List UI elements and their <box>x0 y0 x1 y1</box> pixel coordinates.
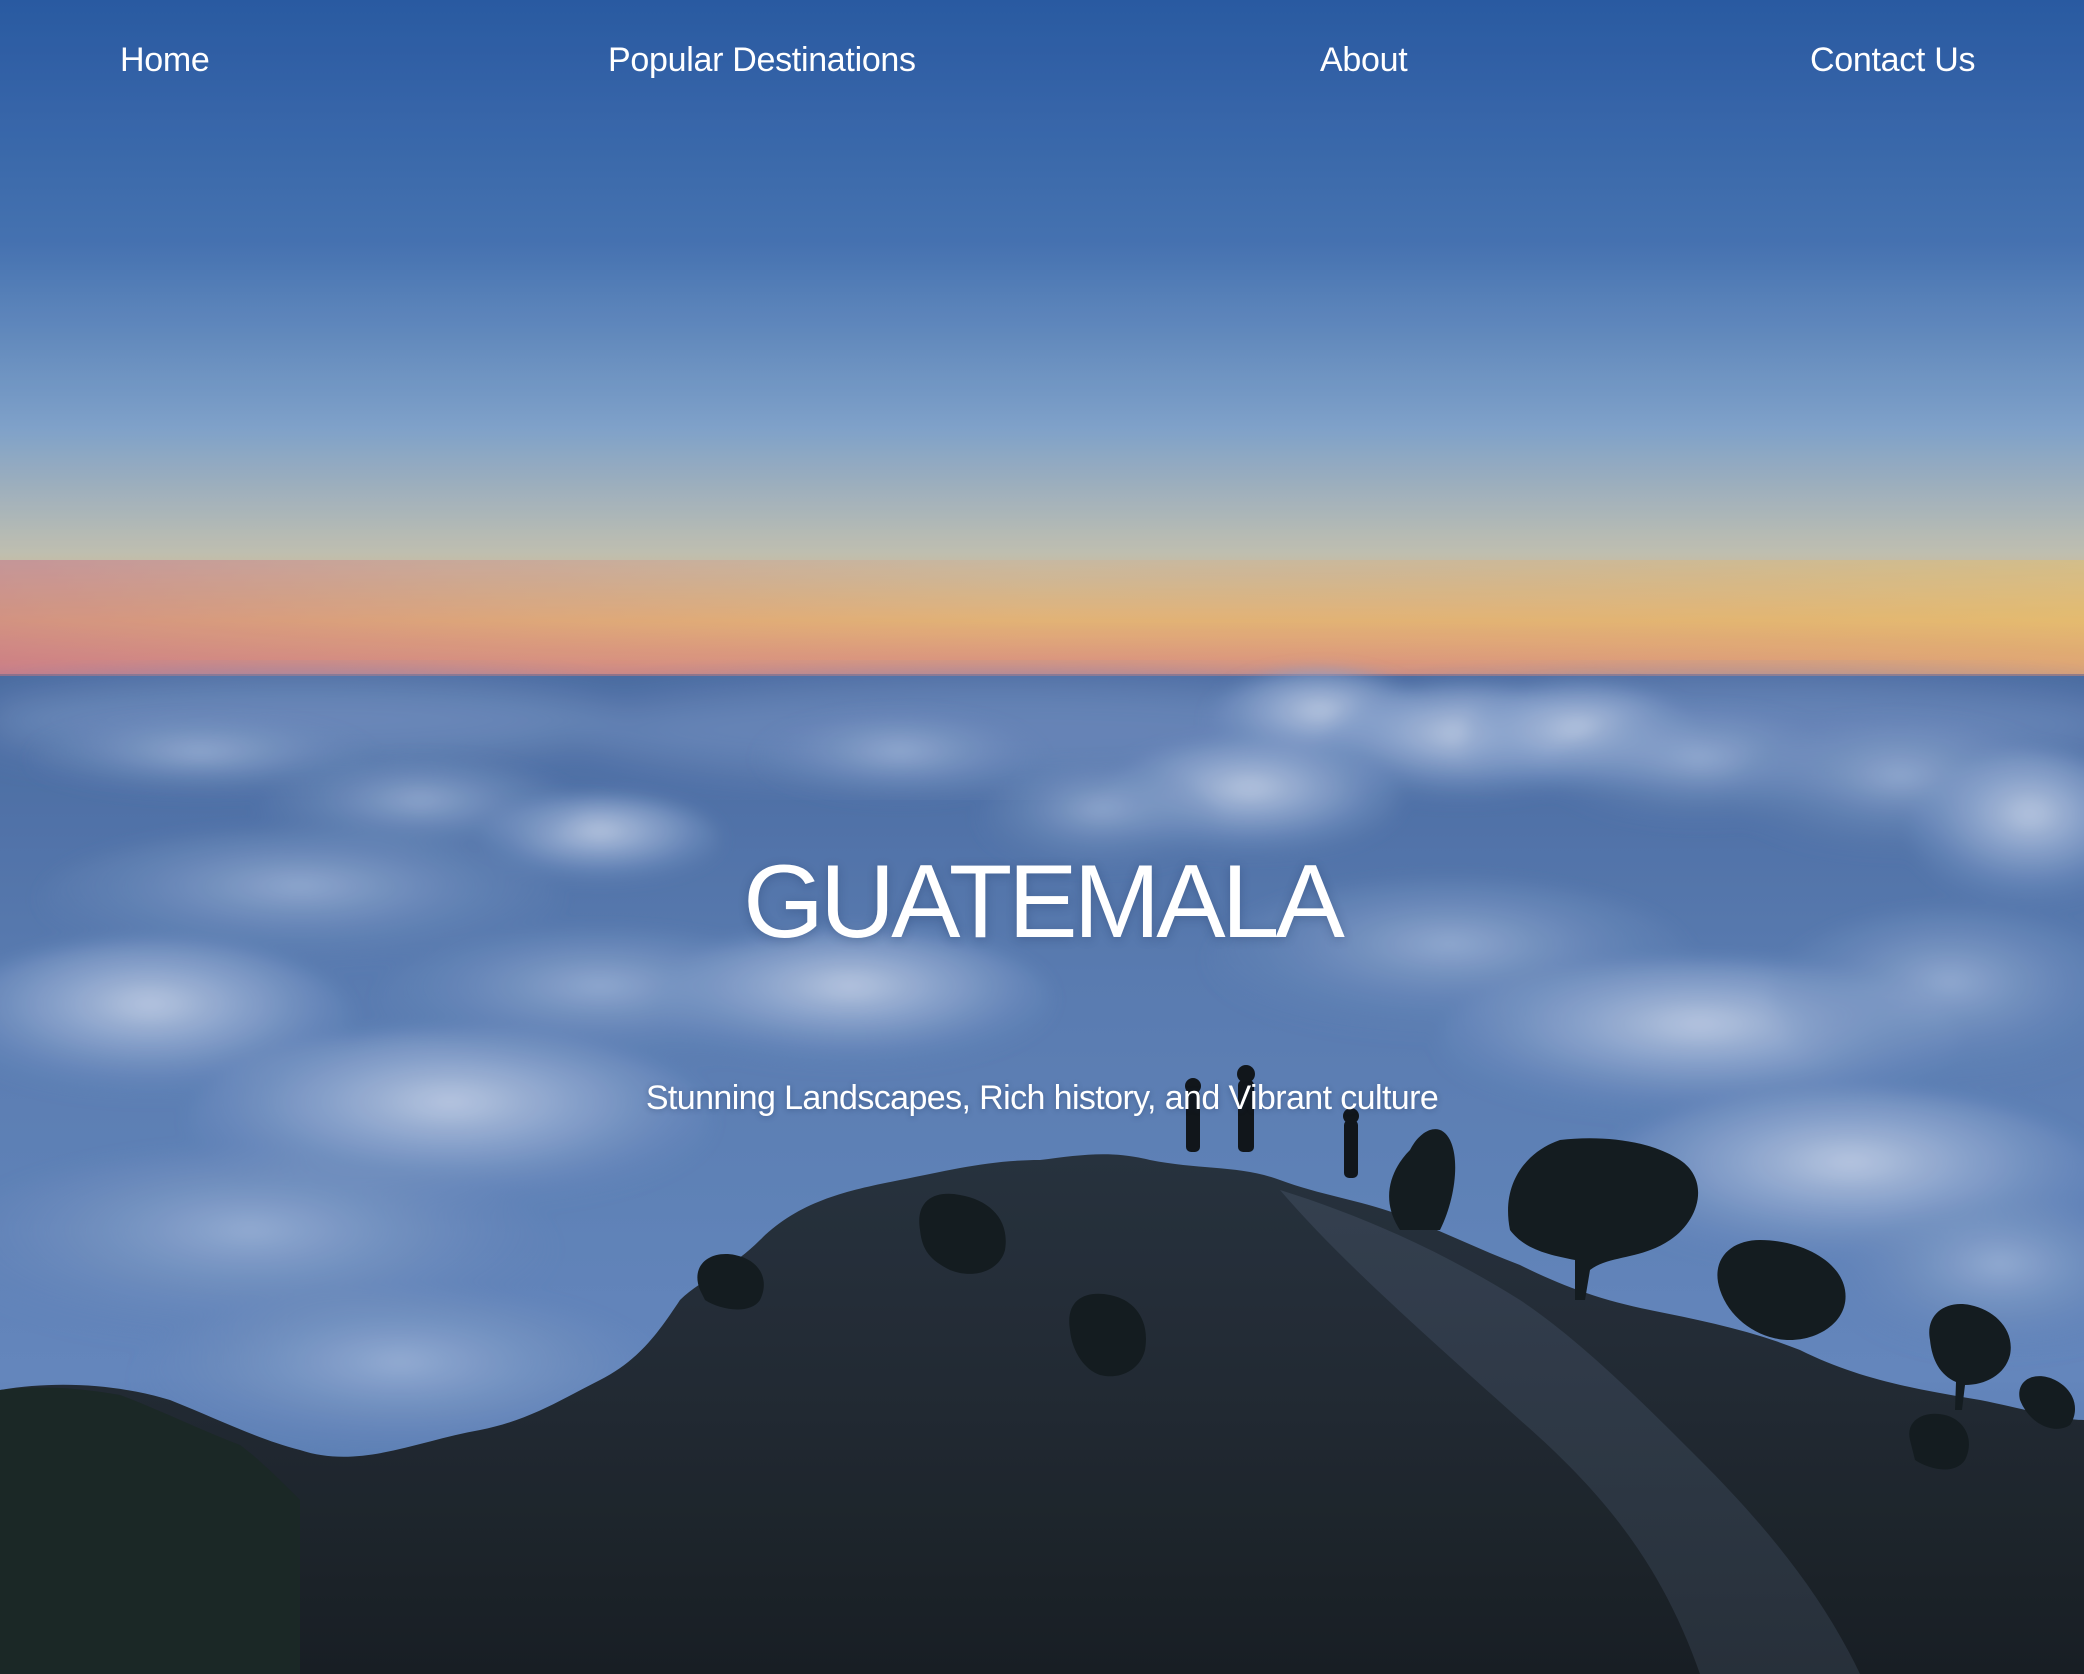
hero-background-photo <box>0 0 2084 1674</box>
hero-subtitle: Stunning Landscapes, Rich history, and V… <box>645 1079 1439 1117</box>
nav-link-about[interactable]: About <box>1320 36 1408 84</box>
nav-link-popular-destinations[interactable]: Popular Destinations <box>608 36 916 84</box>
hero-title: GUATEMALA <box>743 844 1345 960</box>
landing-page: Home Popular Destinations About Contact … <box>0 0 2084 1674</box>
nav-link-home[interactable]: Home <box>120 36 210 84</box>
top-navigation: Home Popular Destinations About Contact … <box>0 0 2084 120</box>
nav-link-contact-us[interactable]: Contact Us <box>1810 36 1975 84</box>
